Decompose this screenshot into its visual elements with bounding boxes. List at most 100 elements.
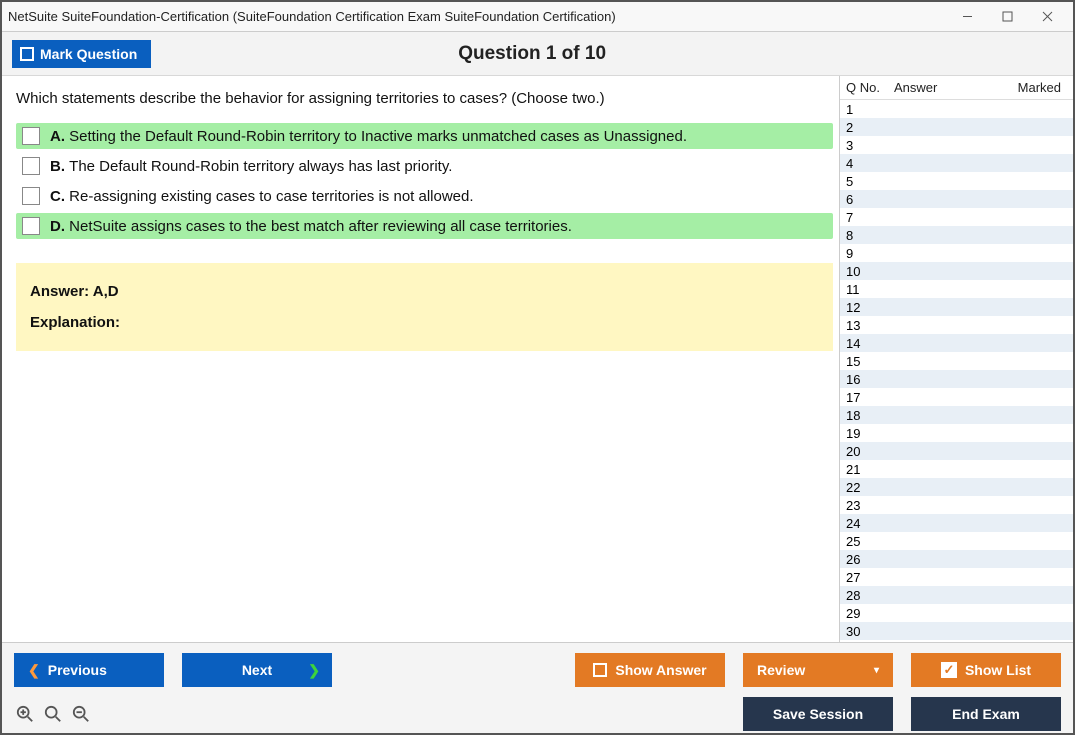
explanation-label: Explanation:: [30, 314, 819, 331]
choice-text: D. NetSuite assigns cases to the best ma…: [50, 218, 572, 235]
col-header-answer: Answer: [894, 80, 1009, 95]
choice-checkbox[interactable]: [22, 127, 40, 145]
window-minimize-button[interactable]: [947, 4, 987, 30]
question-number: 14: [846, 336, 894, 351]
question-list-row[interactable]: 24: [840, 514, 1073, 532]
question-number: 15: [846, 354, 894, 369]
question-number: 30: [846, 624, 894, 639]
question-number: 22: [846, 480, 894, 495]
show-answer-button[interactable]: Show Answer: [575, 653, 725, 687]
main-area: Which statements describe the behavior f…: [2, 76, 1073, 643]
question-list-row[interactable]: 6: [840, 190, 1073, 208]
question-list-row[interactable]: 2: [840, 118, 1073, 136]
question-number: 27: [846, 570, 894, 585]
question-list-row[interactable]: 7: [840, 208, 1073, 226]
question-list-row[interactable]: 19: [840, 424, 1073, 442]
question-list-row[interactable]: 11: [840, 280, 1073, 298]
question-number: 21: [846, 462, 894, 477]
mark-question-label: Mark Question: [40, 46, 137, 62]
choice-row[interactable]: C. Re-assigning existing cases to case t…: [16, 183, 833, 209]
end-exam-button[interactable]: End Exam: [911, 697, 1061, 731]
previous-button[interactable]: ❮ Previous: [14, 653, 164, 687]
end-exam-label: End Exam: [952, 706, 1020, 722]
checkbox-icon: [593, 663, 607, 677]
window-title: NetSuite SuiteFoundation-Certification (…: [8, 9, 947, 24]
question-number: 19: [846, 426, 894, 441]
question-list[interactable]: 1234567891011121314151617181920212223242…: [840, 100, 1073, 642]
checkbox-icon: [20, 47, 34, 61]
question-list-row[interactable]: 4: [840, 154, 1073, 172]
question-list-row[interactable]: 17: [840, 388, 1073, 406]
chevron-right-icon: ❯: [308, 662, 320, 679]
choice-checkbox[interactable]: [22, 217, 40, 235]
question-number: 29: [846, 606, 894, 621]
choice-row[interactable]: D. NetSuite assigns cases to the best ma…: [16, 213, 833, 239]
choice-text: C. Re-assigning existing cases to case t…: [50, 188, 474, 205]
question-number: 13: [846, 318, 894, 333]
question-list-row[interactable]: 15: [840, 352, 1073, 370]
question-number: 7: [846, 210, 894, 225]
footer: ❮ Previous Next ❯ Show Answer Review ▾ ✓…: [2, 643, 1073, 733]
col-header-marked: Marked: [1009, 80, 1067, 95]
question-list-row[interactable]: 29: [840, 604, 1073, 622]
question-list-row[interactable]: 10: [840, 262, 1073, 280]
question-number: 4: [846, 156, 894, 171]
question-list-row[interactable]: 28: [840, 586, 1073, 604]
question-list-row[interactable]: 23: [840, 496, 1073, 514]
zoom-in-button[interactable]: [14, 703, 36, 725]
question-number: 11: [846, 282, 894, 297]
choice-row[interactable]: A. Setting the Default Round-Robin terri…: [16, 123, 833, 149]
question-number: 23: [846, 498, 894, 513]
caret-down-icon: ▾: [874, 665, 879, 676]
question-list-row[interactable]: 14: [840, 334, 1073, 352]
question-list-row[interactable]: 5: [840, 172, 1073, 190]
question-list-panel: Q No. Answer Marked 12345678910111213141…: [839, 76, 1073, 642]
footer-row-2: Save Session End Exam: [14, 697, 1061, 731]
mark-question-button[interactable]: Mark Question: [12, 40, 151, 68]
choice-checkbox[interactable]: [22, 187, 40, 205]
question-list-row[interactable]: 1: [840, 100, 1073, 118]
footer-row-1: ❮ Previous Next ❯ Show Answer Review ▾ ✓…: [14, 653, 1061, 687]
question-list-row[interactable]: 3: [840, 136, 1073, 154]
choice-checkbox[interactable]: [22, 157, 40, 175]
choice-row[interactable]: B. The Default Round-Robin territory alw…: [16, 153, 833, 179]
question-number: 9: [846, 246, 894, 261]
window-maximize-button[interactable]: [987, 4, 1027, 30]
question-list-row[interactable]: 8: [840, 226, 1073, 244]
question-number: 25: [846, 534, 894, 549]
next-button[interactable]: Next ❯: [182, 653, 332, 687]
question-list-row[interactable]: 22: [840, 478, 1073, 496]
question-list-row[interactable]: 27: [840, 568, 1073, 586]
choice-text: B. The Default Round-Robin territory alw…: [50, 158, 452, 175]
question-number: 20: [846, 444, 894, 459]
question-list-row[interactable]: 30: [840, 622, 1073, 640]
col-header-qno: Q No.: [846, 80, 894, 95]
chevron-left-icon: ❮: [28, 662, 40, 679]
window-close-button[interactable]: [1027, 4, 1067, 30]
save-session-button[interactable]: Save Session: [743, 697, 893, 731]
question-text: Which statements describe the behavior f…: [16, 90, 833, 107]
zoom-reset-button[interactable]: [42, 703, 64, 725]
review-dropdown[interactable]: Review ▾: [743, 653, 893, 687]
choices-list: A. Setting the Default Round-Robin terri…: [16, 123, 833, 239]
question-number: 8: [846, 228, 894, 243]
question-list-row[interactable]: 18: [840, 406, 1073, 424]
question-number: 18: [846, 408, 894, 423]
question-list-row[interactable]: 16: [840, 370, 1073, 388]
question-list-row[interactable]: 26: [840, 550, 1073, 568]
zoom-controls: [14, 703, 92, 725]
question-number: 28: [846, 588, 894, 603]
question-list-row[interactable]: 12: [840, 298, 1073, 316]
question-list-row[interactable]: 21: [840, 460, 1073, 478]
question-list-row[interactable]: 25: [840, 532, 1073, 550]
question-list-row[interactable]: 20: [840, 442, 1073, 460]
question-number: 6: [846, 192, 894, 207]
question-number: 1: [846, 102, 894, 117]
question-list-row[interactable]: 9: [840, 244, 1073, 262]
question-number: 24: [846, 516, 894, 531]
question-list-row[interactable]: 13: [840, 316, 1073, 334]
show-list-button[interactable]: ✓ Show List: [911, 653, 1061, 687]
question-number: 5: [846, 174, 894, 189]
question-number: 10: [846, 264, 894, 279]
zoom-out-button[interactable]: [70, 703, 92, 725]
